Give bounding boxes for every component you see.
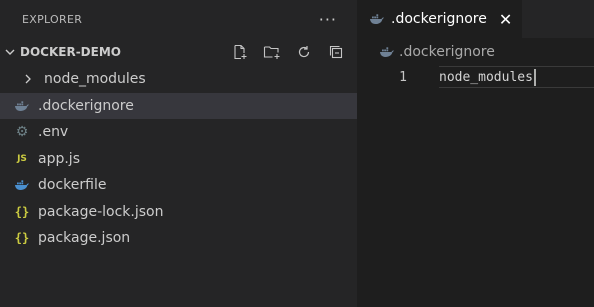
line-number: 1 [399,69,407,85]
collapse-all-icon[interactable] [325,41,347,63]
new-file-icon[interactable] [229,41,251,63]
docker-icon [14,177,30,193]
tree-item-label: dockerfile [38,177,107,194]
new-folder-icon[interactable] [261,41,283,63]
text-cursor [533,68,536,86]
docker-icon [369,10,385,29]
tree-item-label: .env [38,124,69,141]
tab-label: .dockerignore [391,11,487,27]
code-line[interactable]: 1 node_modules [357,66,594,88]
tree-item-node-modules[interactable]: node_modules [0,66,357,93]
explorer-header: EXPLORER ··· [0,0,357,38]
explorer-actions [229,41,347,63]
chevron-down-icon[interactable] [2,46,18,58]
tree-item-package-lock-json[interactable]: {} package-lock.json [0,199,357,226]
tree-item-label: package.json [38,230,131,247]
tree-item-label: app.js [38,150,80,167]
tab-dockerignore[interactable]: .dockerignore ✕ [357,0,523,38]
editor-area: .dockerignore ✕ .dockerignore 1 node_mod… [357,0,594,307]
json-icon: {} [14,231,30,246]
close-icon[interactable]: ✕ [499,10,512,29]
tree-item-label: node_modules [44,71,146,88]
tree-item-package-json[interactable]: {} package.json [0,225,357,252]
tree-item-dockerignore[interactable]: .dockerignore [0,92,357,119]
tree-item-label: package-lock.json [38,203,164,220]
explorer-title: EXPLORER [22,12,83,26]
tree-item-env[interactable]: ⚙ .env [0,119,357,146]
gear-icon: ⚙ [15,124,29,141]
breadcrumb: .dockerignore [357,38,594,66]
tree-item-dockerfile[interactable]: dockerfile [0,172,357,199]
file-tree: node_modules .dockerignore ⚙ .env JS app… [0,66,357,252]
line-text: node_modules [439,69,533,85]
breadcrumb-item[interactable]: .dockerignore [399,44,495,60]
tree-item-label: .dockerignore [38,97,134,114]
line-text-area[interactable]: node_modules [439,66,594,88]
project-name: DOCKER-DEMO [20,45,121,59]
chevron-right-icon [20,71,36,87]
tree-item-app-js[interactable]: JS app.js [0,146,357,173]
refresh-icon[interactable] [293,41,315,63]
explorer-sidebar: EXPLORER ··· DOCKER-DEMO node_modules .d… [0,0,357,307]
docker-icon [14,98,30,114]
more-actions-icon[interactable]: ··· [319,10,337,29]
tab-bar: .dockerignore ✕ [357,0,594,38]
js-icon: JS [17,153,27,164]
json-icon: {} [14,204,30,219]
project-section-header[interactable]: DOCKER-DEMO [0,38,357,66]
docker-icon [379,43,395,62]
